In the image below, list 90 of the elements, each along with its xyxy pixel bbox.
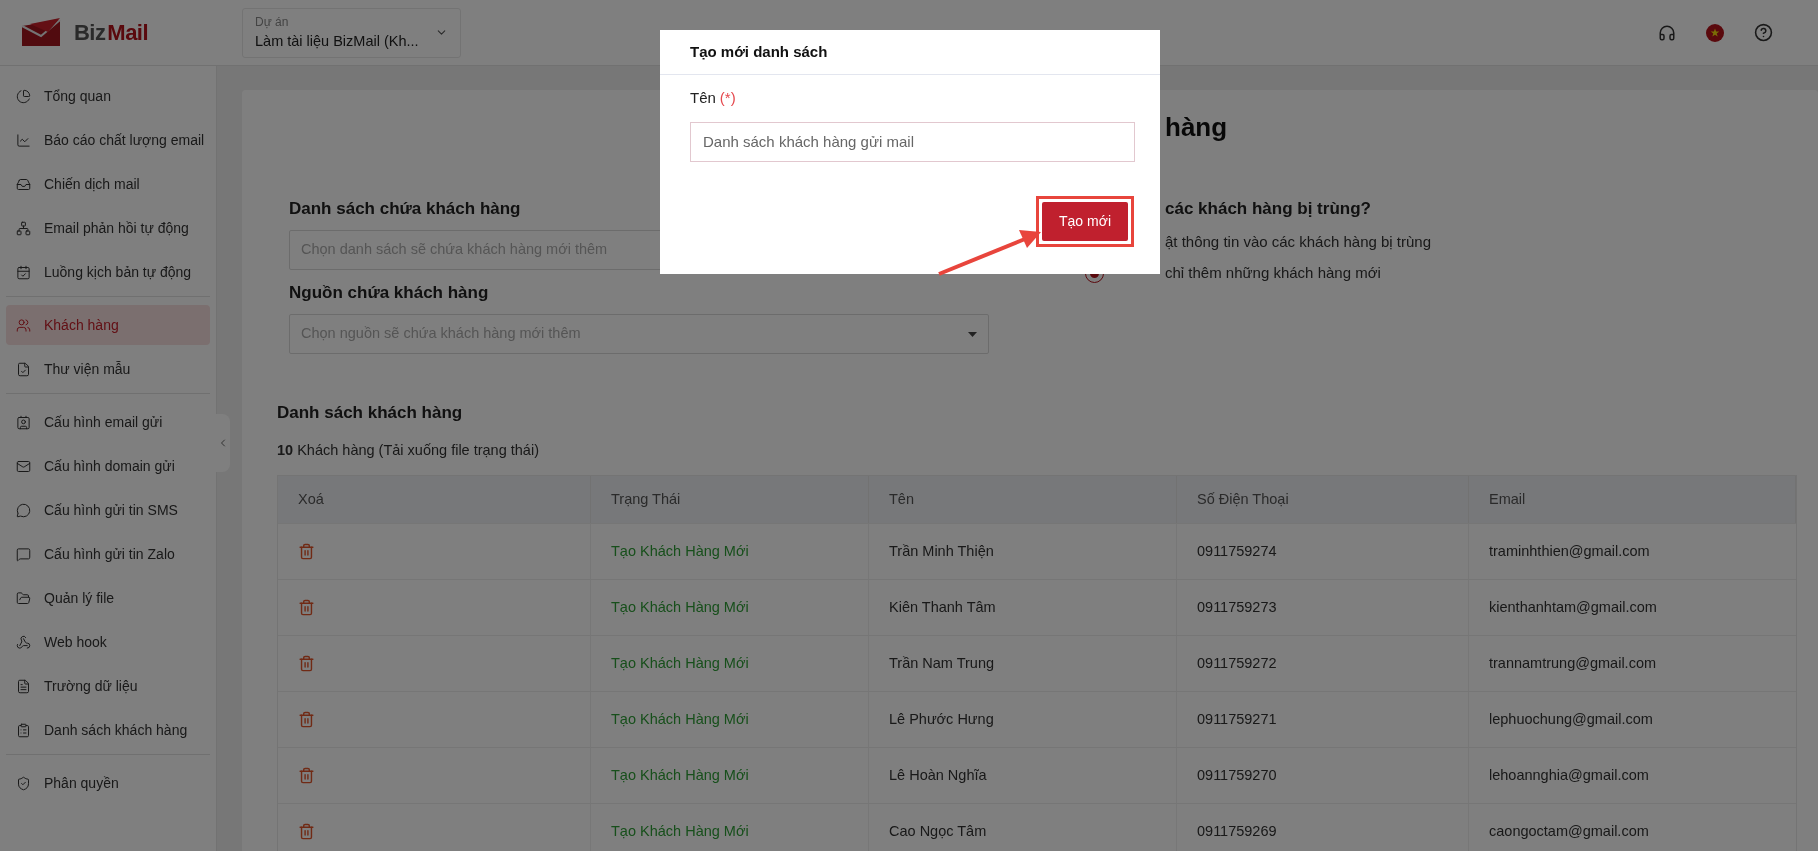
shield-icon — [16, 775, 31, 791]
option-label: ật thông tin vào các khách hàng bị trùng — [1165, 233, 1431, 250]
sidebar-item[interactable]: Cấu hình gửi tin SMS — [6, 490, 210, 530]
option-label: chỉ thêm những khách hàng mới — [1165, 262, 1381, 283]
column-header: Trạng Thái — [591, 476, 869, 524]
table-cell: 0911759270 — [1177, 748, 1469, 804]
column-header: Xoá — [278, 476, 591, 524]
dropdown-label: Dự án — [255, 13, 290, 31]
trash-icon[interactable] — [298, 599, 315, 617]
sidebar-item[interactable]: Danh sách khách hàng — [6, 710, 210, 750]
file-icon — [16, 678, 31, 694]
users-icon — [16, 317, 31, 333]
create-button[interactable]: Tạo mới — [1042, 201, 1128, 241]
sidebar-item[interactable]: Cấu hình gửi tin Zalo — [6, 534, 210, 574]
table-cell-text: caongoctam@gmail.com — [1488, 821, 1650, 841]
field-label: Danh sách chứa khách hàng — [289, 198, 522, 220]
mail-icon — [16, 458, 31, 474]
table-cell: 0911759273 — [1177, 580, 1469, 636]
table-cell-text: trannamtrung@gmail.com — [1488, 653, 1658, 673]
table-cell: Lê Hoàn Nghĩa — [869, 748, 1177, 804]
trash-icon[interactable] — [298, 767, 315, 785]
trash-icon[interactable] — [298, 711, 315, 729]
sidebar-item[interactable]: Phân quyền — [6, 763, 210, 803]
sidebar-item[interactable]: Chiến dịch mail — [6, 164, 210, 204]
customer-count-text: 10 Khách hàng (Tải xuống file trạng thái) — [277, 440, 540, 460]
sidebar-item[interactable]: Trường dữ liệu — [6, 666, 210, 706]
modal-title: Tạo mới danh sách — [690, 41, 828, 62]
table-cell: Cao Ngọc Tâm — [869, 804, 1177, 851]
chat-bubble-icon — [16, 502, 31, 518]
sidebar-item[interactable]: Quản lý file — [6, 578, 210, 618]
section-title: Danh sách khách hàng — [277, 402, 464, 424]
table-cell: 0911759272 — [1177, 636, 1469, 692]
name-input-field[interactable]: Danh sách khách hàng gửi mail — [690, 121, 1135, 162]
status-cell: Tạo Khách Hàng Mới — [591, 692, 869, 748]
help-icon[interactable] — [1754, 23, 1773, 42]
dropdown-value: Làm tài liệu BizMail (Kh... — [255, 31, 419, 51]
table-cell-text: traminhthien@gmail.com — [1488, 541, 1651, 561]
document-icon — [16, 361, 31, 377]
webhook-icon — [16, 634, 31, 650]
caret-down-icon — [968, 331, 977, 337]
contact-card-icon — [16, 414, 31, 430]
table-cell: 0911759269 — [1177, 804, 1469, 851]
trash-icon[interactable] — [298, 823, 315, 841]
sidebar-item[interactable]: Cấu hình email gửi — [6, 402, 210, 442]
field-label: Tên — [690, 88, 716, 108]
page-title: hàng — [1165, 112, 1228, 142]
required-mark: (*) — [719, 88, 736, 108]
trash-icon[interactable] — [298, 655, 315, 673]
inbox-icon — [16, 176, 31, 192]
status-cell: Tạo Khách Hàng Mới — [591, 636, 869, 692]
project-dropdown[interactable]: Dự án Làm tài liệu BizMail (Kh... — [242, 7, 461, 58]
line-chart-icon — [16, 132, 31, 148]
field-label: Nguồn chứa khách hàng — [289, 282, 490, 304]
section-title: các khách hàng bị trùng? — [1165, 198, 1372, 220]
table-cell: Trần Nam Trung — [869, 636, 1177, 692]
column-header: Tên — [869, 476, 1177, 524]
table-cell-text: lehoannghia@gmail.com — [1488, 765, 1650, 785]
vietnam-flag-icon[interactable] — [1706, 23, 1724, 42]
collapse-handle[interactable] — [216, 414, 230, 472]
sidebar-item[interactable]: Email phản hồi tự động — [6, 208, 210, 248]
envelope-logo-icon — [20, 17, 62, 48]
sidebar-item[interactable]: Thư viện mẫu — [6, 349, 210, 389]
sidebar-item[interactable]: Khách hàng — [6, 305, 210, 345]
sidebar-item[interactable]: Báo cáo chất lượng email — [6, 120, 210, 160]
status-cell: Tạo Khách Hàng Mới — [591, 580, 869, 636]
trash-icon[interactable] — [298, 543, 315, 561]
column-header: Số Điện Thoại — [1177, 476, 1469, 524]
calendar-icon — [16, 264, 31, 280]
column-header: Email — [1469, 476, 1796, 524]
sidebar-item[interactable]: Tổng quan — [6, 76, 210, 116]
status-cell: Tạo Khách Hàng Mới — [591, 748, 869, 804]
logo-text: BizMail — [74, 19, 148, 47]
table-cell: 0911759271 — [1177, 692, 1469, 748]
table-cell: 0911759274 — [1177, 524, 1469, 580]
table-cell: Lê Phước Hưng — [869, 692, 1177, 748]
pie-chart-icon — [16, 88, 31, 104]
table-cell-text: lephuochung@gmail.com — [1488, 709, 1654, 729]
sidebar-item[interactable]: Web hook — [6, 622, 210, 662]
headset-icon[interactable] — [1658, 23, 1676, 42]
table-cell-text: kienthanhtam@gmail.com — [1488, 597, 1658, 617]
list-icon — [16, 722, 31, 738]
table-cell: Kiên Thanh Tâm — [869, 580, 1177, 636]
folder-icon — [16, 590, 31, 606]
network-icon — [16, 220, 31, 236]
message-icon — [16, 546, 31, 562]
status-cell: Tạo Khách Hàng Mới — [591, 804, 869, 851]
sidebar-item[interactable]: Luồng kịch bản tự động — [6, 252, 210, 292]
table-cell: Trần Minh Thiện — [869, 524, 1177, 580]
status-cell: Tạo Khách Hàng Mới — [591, 524, 869, 580]
sidebar-item[interactable]: Cấu hình domain gửi — [6, 446, 210, 486]
